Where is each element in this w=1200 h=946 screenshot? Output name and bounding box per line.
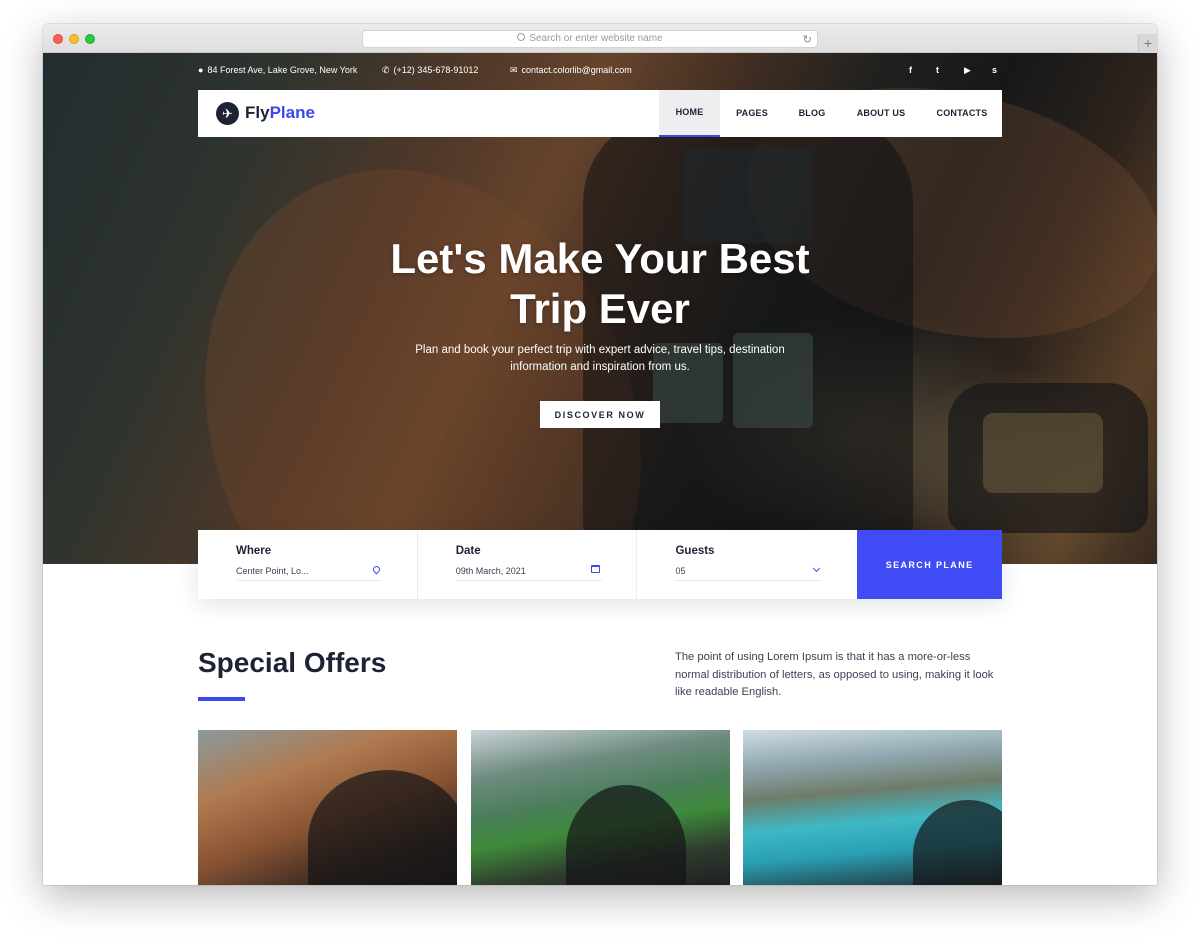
minimize-window-button[interactable] [69, 34, 79, 44]
hero-title-line: Let's Make Your Best [390, 235, 810, 282]
heading-underline [198, 697, 245, 701]
contact-topbar: ● 84 Forest Ave, Lake Grove, New York ✆ (+… [198, 65, 1003, 79]
hero-title: Let's Make Your Best Trip Ever [300, 234, 900, 334]
hero-subtitle-line: Plan and book your perfect trip with exp… [415, 344, 785, 356]
nav-menu: HOME PAGES BLOG ABOUT US CONTACTS [659, 90, 1002, 137]
cockpit-silhouette [913, 800, 1002, 885]
nav-item-home[interactable]: HOME [659, 90, 720, 137]
search-plane-button[interactable]: SEARCH PLANE [857, 530, 1002, 599]
email-text: contact.colorlib@gmail.com [521, 65, 632, 75]
date-input[interactable]: 09th March, 2021 [455, 563, 602, 581]
address-text: 84 Forest Ave, Lake Grove, New York [207, 65, 358, 75]
where-value: Center Point, Lo... [236, 566, 309, 576]
special-offers-description: The point of using Lorem Ipsum is that i… [675, 651, 994, 698]
nav-item-pages[interactable]: PAGES [720, 90, 784, 137]
close-window-button[interactable] [53, 34, 63, 44]
guests-label: Guests [675, 545, 715, 557]
offer-card-image[interactable] [471, 730, 730, 885]
calendar-icon[interactable] [590, 563, 600, 579]
hero-section: ● 84 Forest Ave, Lake Grove, New York ✆ (+… [43, 53, 1157, 564]
address-info: ● 84 Forest Ave, Lake Grove, New York [198, 65, 357, 75]
offer-card-image[interactable] [743, 730, 1002, 885]
phone-text: (+12) 345-678-91012 [393, 65, 479, 75]
brand-name-dark: Fly [245, 103, 270, 122]
hero-subtitle: Plan and book your perfect trip with exp… [400, 342, 800, 376]
cockpit-silhouette [566, 785, 686, 885]
date-label: Date [455, 545, 481, 557]
search-icon [517, 33, 526, 41]
date-value: 09th March, 2021 [455, 566, 526, 576]
email-info[interactable]: ✉ contact.colorlib@gmail.com [510, 65, 632, 76]
chevron-down-icon[interactable] [813, 563, 821, 579]
brand-name-accent: Plane [269, 103, 315, 122]
brand-name: FlyPlane [245, 103, 315, 123]
where-input[interactable]: Center Point, Lo... [236, 563, 382, 581]
nav-item-about-us[interactable]: ABOUT US [840, 90, 922, 137]
site-logo[interactable]: ✈ FlyPlane [216, 101, 315, 125]
phone-icon: ✆ [382, 65, 390, 75]
mail-icon: ✉ [510, 65, 518, 75]
where-label: Where [236, 545, 272, 557]
phone-info[interactable]: ✆ (+12) 345-678-91012 [382, 65, 478, 76]
nav-item-contacts[interactable]: CONTACTS [922, 90, 1002, 137]
location-pin-icon [371, 563, 382, 579]
where-field: Where Center Point, Lo... [198, 530, 418, 599]
location-pin-icon: ● [198, 65, 204, 75]
new-tab-button[interactable]: + [1138, 34, 1157, 53]
browser-window: Search or enter website name ↻ + ● 84 For… [43, 24, 1157, 885]
skype-icon[interactable]: s [992, 65, 997, 75]
hero-title-line: Trip Ever [510, 285, 690, 332]
hero-subtitle-line: information and inspiration from us. [510, 361, 690, 373]
browser-chrome: Search or enter website name ↻ + [43, 24, 1157, 53]
date-field: Date 09th March, 2021 [418, 530, 638, 599]
twitter-icon[interactable]: t [936, 65, 939, 75]
guests-value: 05 [675, 566, 686, 576]
booking-search-bar: Where Center Point, Lo... Date 09th Marc… [198, 530, 1002, 599]
address-bar[interactable]: Search or enter website name ↻ [362, 30, 818, 48]
facebook-icon[interactable]: f [909, 65, 912, 75]
maximize-window-button[interactable] [85, 34, 95, 44]
main-navbar: ✈ FlyPlane HOME PAGES BLOG ABOUT US CONT… [198, 90, 1002, 137]
guests-field: Guests 05 [637, 530, 857, 599]
nav-item-blog[interactable]: BLOG [784, 90, 840, 137]
address-bar-placeholder: Search or enter website name [529, 33, 663, 44]
reload-icon[interactable]: ↻ [803, 32, 812, 48]
offer-card-image[interactable] [198, 730, 457, 885]
airplane-icon: ✈ [216, 101, 239, 125]
discover-now-button[interactable]: DISCOVER NOW [540, 401, 660, 428]
special-offers-heading: Special Offers [198, 647, 387, 678]
youtube-icon[interactable]: ▶ [964, 65, 971, 76]
guests-select[interactable]: 05 [675, 563, 822, 581]
cockpit-silhouette [308, 770, 457, 885]
